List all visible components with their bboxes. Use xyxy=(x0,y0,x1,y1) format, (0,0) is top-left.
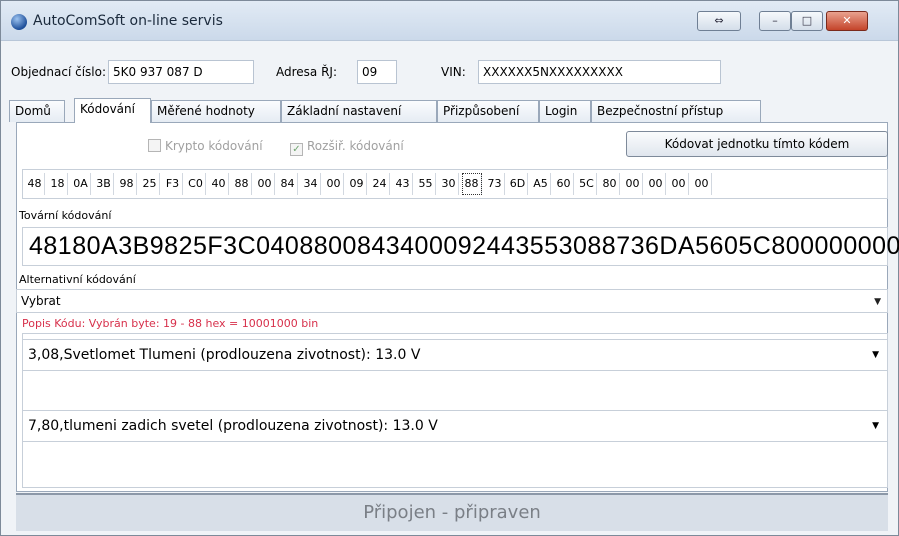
bit-option-dropdown[interactable]: 3,08,Svetlomet Tlumeni (prodlouzena zivo… xyxy=(23,339,887,371)
checkmark-icon[interactable]: ✓ xyxy=(290,143,303,156)
coding-byte-cell[interactable]: 34 xyxy=(301,173,321,195)
chevron-down-icon: ▼ xyxy=(872,350,879,360)
tab-home[interactable]: Domů xyxy=(9,100,65,122)
chevron-down-icon: ▼ xyxy=(874,297,881,307)
bit-option-text: 7,80,tlumeni zadich svetel (prodlouzena … xyxy=(28,418,438,434)
coding-byte-cell[interactable]: 0A xyxy=(71,173,91,195)
coding-byte-cell[interactable]: 3B xyxy=(94,173,114,195)
address-field[interactable]: 09 xyxy=(357,60,397,84)
coding-byte-cell[interactable]: 48 xyxy=(25,173,45,195)
coding-byte-cell[interactable]: F3 xyxy=(163,173,183,195)
factory-coding-label: Tovární kódování xyxy=(19,209,112,222)
coding-byte-cell[interactable]: 00 xyxy=(646,173,666,195)
swap-button[interactable]: ⇔ xyxy=(697,11,741,31)
title-bar[interactable]: AutoComSoft on-line servis ⇔ – □ ✕ xyxy=(1,1,898,41)
apply-coding-button[interactable]: Kódovat jednotku tímto kódem xyxy=(626,131,888,157)
coding-byte-cell[interactable]: 6D xyxy=(508,173,528,195)
coding-byte-cell[interactable]: 00 xyxy=(623,173,643,195)
extended-coding-label: Rozšiř. kódování xyxy=(307,139,404,153)
factory-coding-value: 48180A3B9825F3C0408800843400092443553088… xyxy=(29,232,899,260)
order-number-field[interactable]: 5K0 937 087 D xyxy=(108,60,254,84)
coding-byte-cell[interactable]: 55 xyxy=(416,173,436,195)
tab-adaptation[interactable]: Přizpůsobení xyxy=(437,100,539,122)
status-text: Připojen - připraven xyxy=(363,502,541,523)
coding-byte-cell[interactable]: A5 xyxy=(531,173,551,195)
coding-byte-cell[interactable]: 18 xyxy=(48,173,68,195)
crypto-coding-label: Krypto kódování xyxy=(165,139,263,153)
window-title: AutoComSoft on-line servis xyxy=(33,13,223,29)
alternative-coding-label: Alternativní kódování xyxy=(19,273,136,286)
tab-login[interactable]: Login xyxy=(539,100,591,122)
extended-coding-checkbox[interactable]: ✓ Rozšiř. kódování xyxy=(290,139,404,156)
code-description: Popis Kódu: Vybrán byte: 19 - 88 hex = 1… xyxy=(22,317,319,330)
coding-byte-cell[interactable]: 25 xyxy=(140,173,160,195)
coding-byte-cell[interactable]: 88 xyxy=(232,173,252,195)
coding-byte-cell[interactable]: 5C xyxy=(577,173,597,195)
coding-byte-cell[interactable]: 30 xyxy=(439,173,459,195)
minimize-button[interactable]: – xyxy=(759,11,791,31)
coding-byte-cell[interactable]: 88 xyxy=(462,173,482,195)
chevron-down-icon: ▼ xyxy=(872,421,879,431)
tab-security-access[interactable]: Bezpečnostní přístup xyxy=(591,100,761,122)
coding-byte-cell[interactable]: 60 xyxy=(554,173,574,195)
alternative-coding-dropdown[interactable]: Vybrat ▼ xyxy=(16,289,888,313)
bit-option-text: 3,08,Svetlomet Tlumeni (prodlouzena zivo… xyxy=(28,347,421,363)
coding-byte-cell[interactable]: 73 xyxy=(485,173,505,195)
alternative-coding-value: Vybrat xyxy=(21,294,61,308)
coding-byte-cell[interactable]: 09 xyxy=(347,173,367,195)
coding-byte-cell[interactable]: C0 xyxy=(186,173,206,195)
coding-byte-cell[interactable]: 24 xyxy=(370,173,390,195)
coding-byte-cell[interactable]: 40 xyxy=(209,173,229,195)
coding-byte-cell[interactable]: 98 xyxy=(117,173,137,195)
checkbox-box[interactable] xyxy=(148,139,161,152)
bit-options-list: 3,08,Svetlomet Tlumeni (prodlouzena zivo… xyxy=(22,333,888,488)
maximize-button[interactable]: □ xyxy=(791,11,823,31)
tab-measured-values[interactable]: Měřené hodnoty xyxy=(151,100,281,122)
app-globe-icon xyxy=(11,14,27,30)
app-window: AutoComSoft on-line servis ⇔ – □ ✕ Objed… xyxy=(0,0,899,536)
coding-byte-cell[interactable]: 00 xyxy=(255,173,275,195)
coding-byte-cell[interactable]: 00 xyxy=(692,173,712,195)
coding-byte-cell[interactable]: 84 xyxy=(278,173,298,195)
coding-byte-cell[interactable]: 80 xyxy=(600,173,620,195)
tab-coding[interactable]: Kódování xyxy=(74,98,151,123)
coding-byte-cell[interactable]: 00 xyxy=(669,173,689,195)
coding-bytes-row[interactable]: 48 18 0A 3B 98 25 F3 C0 40 88 00 84 34 00 09 24 43 55 30 88… xyxy=(22,169,888,199)
factory-coding-box: 48180A3B9825F3C0408800843400092443553088… xyxy=(22,227,899,266)
vin-label: VIN: xyxy=(441,65,466,79)
coding-byte-cell[interactable]: 43 xyxy=(393,173,413,195)
crypto-coding-checkbox[interactable]: Krypto kódování xyxy=(148,139,263,153)
address-label: Adresa ŘJ: xyxy=(276,65,338,79)
order-number-label: Objednací číslo: xyxy=(11,65,107,79)
status-bar: Připojen - připraven xyxy=(16,493,888,531)
tab-basic-settings[interactable]: Základní nastavení xyxy=(281,100,437,122)
close-button[interactable]: ✕ xyxy=(826,11,868,31)
coding-byte-cell[interactable]: 00 xyxy=(324,173,344,195)
bit-option-dropdown[interactable]: 7,80,tlumeni zadich svetel (prodlouzena … xyxy=(23,410,887,442)
vin-field[interactable]: XXXXXX5NXXXXXXXXX xyxy=(478,60,721,84)
